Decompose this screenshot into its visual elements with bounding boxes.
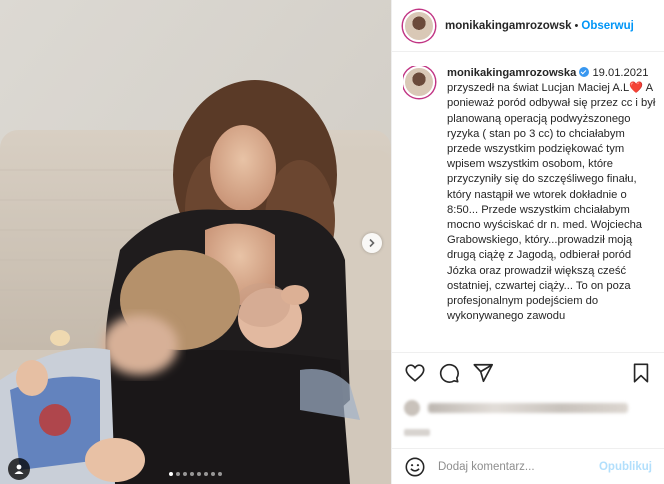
caption-text: 19.01.2021 przyszedł na świat Lucjan Mac…	[447, 67, 656, 323]
chevron-right-icon	[369, 238, 375, 248]
avatar[interactable]	[403, 9, 435, 42]
user-tag-icon	[14, 464, 24, 474]
carousel-dot	[169, 472, 173, 476]
likes-text-redacted	[428, 403, 628, 413]
comment-input[interactable]	[438, 460, 599, 473]
carousel-dot	[183, 472, 187, 476]
carousel-next-button[interactable]	[362, 233, 382, 253]
heart-icon[interactable]	[404, 362, 426, 384]
post-header: monikakingamrozowsk • Obserwuj	[392, 0, 664, 52]
liker-avatar	[404, 400, 420, 416]
emoji-icon[interactable]	[404, 456, 426, 478]
caption-text-block: monikakingamrozowska 19.01.2021 przyszed…	[447, 66, 657, 354]
carousel-indicators	[0, 472, 391, 476]
carousel-dot	[197, 472, 201, 476]
carousel-dot	[190, 472, 194, 476]
carousel-dot	[211, 472, 215, 476]
post-side-panel: monikakingamrozowsk • Obserwuj monikakin…	[391, 0, 664, 484]
carousel-dot	[218, 472, 222, 476]
follow-button[interactable]: Obserwuj	[581, 20, 633, 32]
likes-summary[interactable]	[392, 393, 664, 423]
bookmark-icon[interactable]	[630, 362, 652, 384]
timestamp-redacted	[404, 429, 430, 436]
header-separator: •	[574, 19, 579, 32]
share-icon[interactable]	[472, 362, 494, 384]
caption-username[interactable]: monikakingamrozowska	[447, 67, 576, 79]
post-media[interactable]	[0, 0, 391, 484]
caption-avatar[interactable]	[403, 66, 435, 98]
post-timestamp	[392, 429, 664, 436]
publish-button[interactable]: Opublikuj	[599, 461, 652, 473]
verified-badge-icon	[579, 67, 590, 77]
carousel-dot	[176, 472, 180, 476]
action-bar	[392, 353, 664, 393]
post-photo	[0, 0, 391, 484]
comment-composer: Opublikuj	[392, 448, 664, 484]
carousel-dot	[204, 472, 208, 476]
comment-icon[interactable]	[438, 362, 460, 384]
post-actions-section	[392, 352, 664, 436]
tagged-users-button[interactable]	[8, 458, 30, 480]
header-username[interactable]: monikakingamrozowsk	[445, 20, 572, 32]
caption-section: monikakingamrozowska 19.01.2021 przyszed…	[403, 66, 658, 354]
